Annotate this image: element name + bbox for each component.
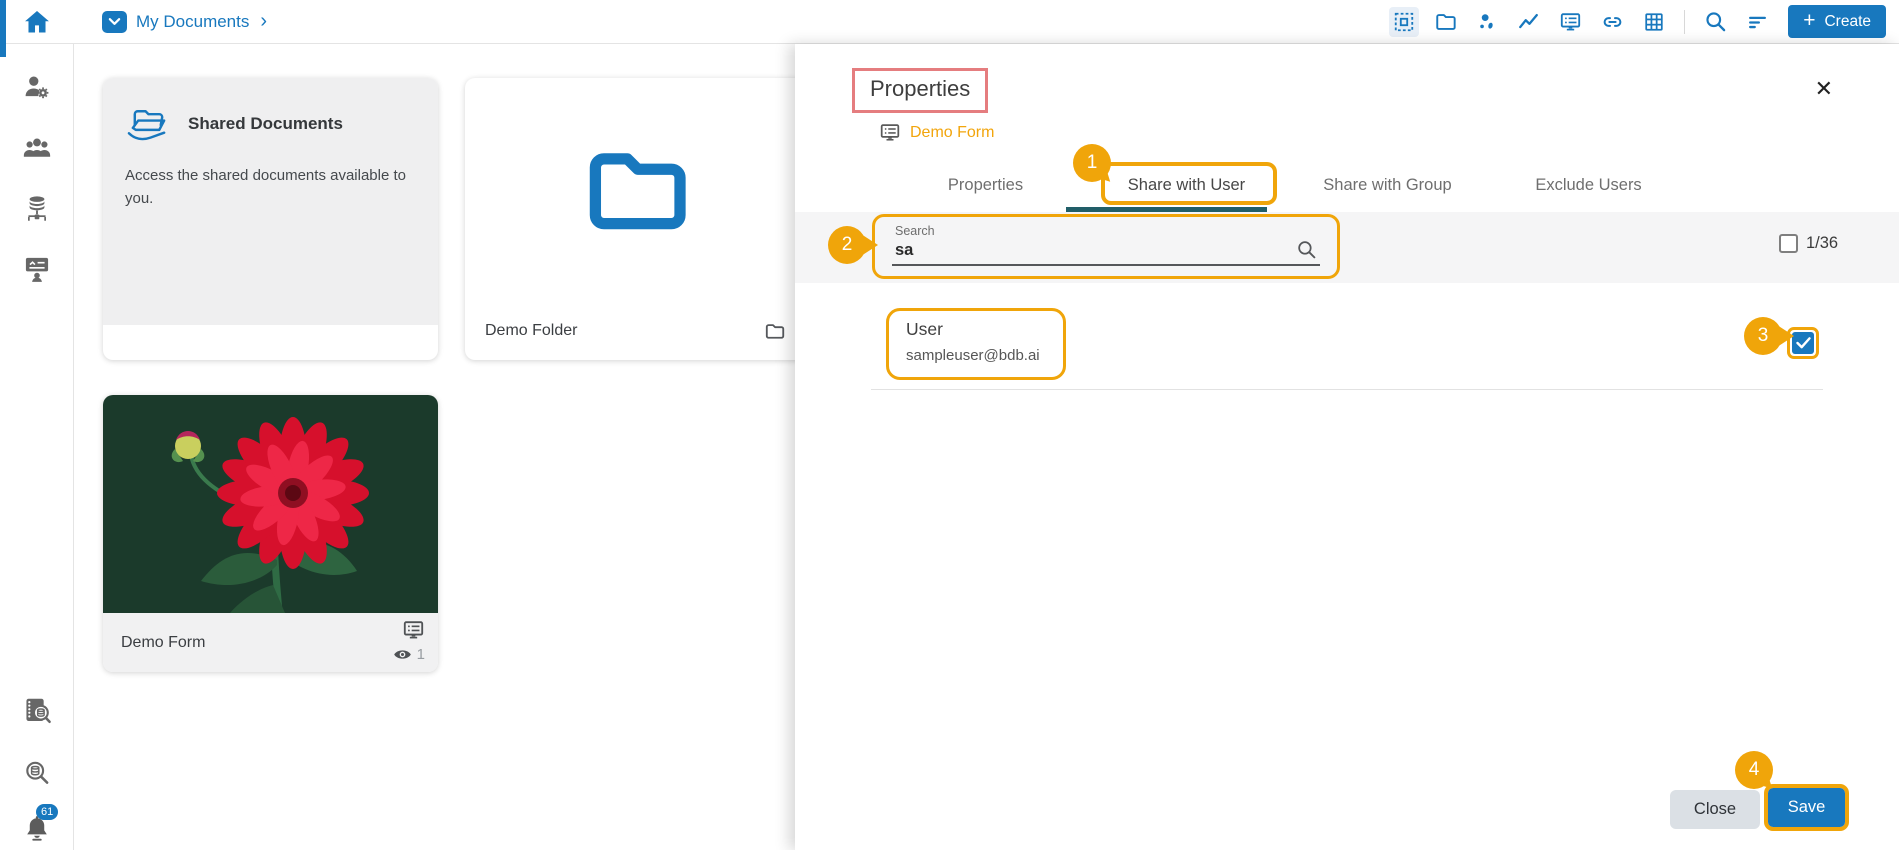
demo-form-title: Demo Form <box>121 633 206 651</box>
scatter-chart-icon[interactable] <box>1476 11 1498 33</box>
demo-form-thumbnail <box>103 395 438 613</box>
select-all-checkbox[interactable] <box>1779 234 1798 253</box>
annotation-balloon-2: 2 <box>828 226 866 264</box>
search-row: Search sa 2 1/36 <box>795 212 1899 283</box>
search-input-label: Search <box>895 224 935 238</box>
demo-folder-footer: Demo Folder <box>465 302 805 360</box>
views-count: 1 <box>416 646 425 663</box>
home-icon <box>22 8 52 36</box>
tab-share-with-group[interactable]: Share with Group <box>1287 167 1488 204</box>
save-button[interactable]: Save <box>1768 788 1845 827</box>
resource-row: Demo Form <box>879 122 994 143</box>
annotation-balloon-4: 4 <box>1735 751 1773 789</box>
annotation-balloon-1: 1 <box>1073 144 1111 182</box>
search-field-icon[interactable] <box>1296 239 1317 260</box>
top-bar: My Documents › + Create <box>0 0 1899 44</box>
form-resource-icon <box>879 122 901 143</box>
shared-folder-hand-icon <box>125 104 172 144</box>
plus-icon: + <box>1803 9 1816 32</box>
shared-documents-title: Shared Documents <box>188 114 343 133</box>
search-input[interactable]: Search sa <box>872 214 1340 279</box>
line-chart-icon[interactable] <box>1517 11 1540 33</box>
metadata-search-icon[interactable] <box>23 759 50 786</box>
annotation-balloon-3: 3 <box>1744 317 1782 355</box>
toolbar-divider <box>1684 9 1686 34</box>
form-type-icon <box>402 619 425 641</box>
demo-folder-title: Demo Folder <box>485 322 578 339</box>
toolbar: + Create <box>1389 5 1899 38</box>
notification-count-badge: 61 <box>36 804 59 820</box>
data-catalog-search-icon[interactable] <box>22 696 52 726</box>
user-name: User <box>906 319 943 339</box>
grid-view-icon[interactable] <box>1643 11 1665 33</box>
sort-icon[interactable] <box>1746 11 1769 33</box>
data-center-icon[interactable] <box>23 195 51 225</box>
selection-counter: 1/36 <box>1779 234 1838 253</box>
link-icon[interactable] <box>1601 11 1624 33</box>
breadcrumb[interactable]: My Documents › <box>102 9 268 33</box>
user-email: sampleuser@bdb.ai <box>906 347 1040 364</box>
user-groups-icon[interactable] <box>22 135 52 161</box>
shared-documents-body: Shared Documents Access the shared docum… <box>103 78 438 325</box>
properties-title-highlight-box: Properties <box>852 68 989 113</box>
resource-name: Demo Form <box>910 123 995 141</box>
user-result-item[interactable]: User sampleuser@bdb.ai <box>886 308 1066 380</box>
demo-form-footer: Demo Form 1 <box>103 613 438 672</box>
views-indicator: 1 <box>393 646 425 663</box>
user-settings-icon[interactable] <box>23 74 51 100</box>
tab-exclude-users[interactable]: Exclude Users <box>1488 167 1689 204</box>
demo-form-card[interactable]: Demo Form 1 <box>103 395 438 672</box>
shared-documents-description: Access the shared documents available to… <box>125 167 406 208</box>
form-view-icon[interactable] <box>1559 11 1582 33</box>
eye-icon <box>393 647 412 662</box>
close-icon[interactable]: ✕ <box>1815 76 1833 102</box>
folder-view-icon[interactable] <box>1434 11 1457 33</box>
annotation-box-save: Save <box>1764 784 1849 831</box>
tab-properties[interactable]: Properties <box>885 167 1086 204</box>
shared-documents-card[interactable]: Shared Documents Access the shared docum… <box>103 78 438 360</box>
user-checkbox-checked[interactable] <box>1792 332 1814 354</box>
chevron-right-icon: › <box>260 9 268 32</box>
training-board-icon[interactable] <box>23 255 51 283</box>
create-button-label: Create <box>1824 12 1871 30</box>
selection-count-label: 1/36 <box>1806 234 1839 252</box>
demo-folder-card[interactable]: Demo Folder <box>465 78 805 360</box>
create-button[interactable]: + Create <box>1788 5 1886 38</box>
search-input-value: sa <box>895 241 914 259</box>
list-divider <box>871 389 1823 390</box>
close-button[interactable]: Close <box>1670 790 1760 829</box>
active-nav-indicator <box>0 0 6 57</box>
breadcrumb-label[interactable]: My Documents <box>136 12 249 32</box>
home-button[interactable] <box>0 8 74 36</box>
folder-type-icon <box>764 322 785 340</box>
dashboard-view-icon[interactable] <box>1389 6 1420 37</box>
properties-panel: Properties Demo Form ✕ Properties Share … <box>795 44 1899 850</box>
search-underline <box>892 264 1320 266</box>
folder-thumbnail-icon <box>579 144 691 234</box>
search-icon[interactable] <box>1704 10 1727 33</box>
panel-title: Properties <box>870 76 971 101</box>
panel-tabs: Properties Share with User Share with Gr… <box>885 167 1689 204</box>
folder-chip-icon <box>102 10 127 33</box>
app-window: My Documents › + Create 61 Shared Docume… <box>0 0 1899 850</box>
sidebar: 61 <box>0 44 74 850</box>
